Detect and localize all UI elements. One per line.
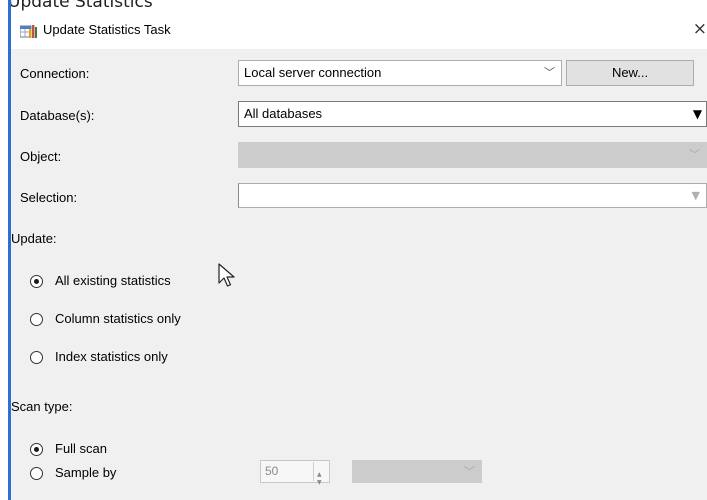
column-statistics-only-label[interactable]: Column statistics only (55, 311, 181, 326)
title-bar[interactable]: Update Statistics Task × (11, 14, 707, 44)
background-window-caption: Update Statistics (8, 0, 153, 12)
databases-value: All databases (244, 106, 323, 121)
radio-full-scan[interactable] (30, 443, 43, 456)
radio-index-statistics-only[interactable] (30, 351, 43, 364)
object-label: Object: (20, 149, 62, 164)
table-statistics-icon (20, 25, 37, 38)
stepper-arrows-icon[interactable]: ▲ ▼ (313, 462, 328, 486)
dialog-title: Update Statistics Task (43, 22, 171, 37)
dropdown-arrow-icon: ▼ (691, 189, 700, 202)
sample-unit-dropdown[interactable]: ﹀ (352, 460, 482, 483)
sample-by-label[interactable]: Sample by (55, 465, 116, 480)
dialog-body: Connection: Local server connection ﹀ Ne… (11, 49, 707, 500)
mouse-cursor-icon (218, 263, 235, 287)
selection-dropdown[interactable]: ▼ (238, 183, 707, 208)
chevron-down-icon: ﹀ (689, 148, 700, 161)
new-connection-button[interactable]: New... (566, 60, 694, 86)
sample-value-stepper[interactable]: 50 ▲ ▼ (260, 460, 330, 486)
full-scan-label[interactable]: Full scan (55, 441, 107, 456)
sample-value: 50 (265, 464, 279, 478)
all-existing-statistics-label[interactable]: All existing statistics (55, 273, 171, 288)
chevron-down-icon: ﹀ (464, 465, 475, 478)
databases-dropdown[interactable]: All databases ▼ (238, 101, 707, 127)
dropdown-arrow-icon: ▼ (692, 107, 703, 121)
object-dropdown[interactable]: ﹀ (238, 142, 707, 168)
connection-dropdown[interactable]: Local server connection ﹀ (238, 60, 562, 86)
connection-value: Local server connection (244, 65, 382, 80)
update-statistics-dialog: Update Statistics Task × Connection: Loc… (11, 14, 707, 500)
close-button[interactable]: × (677, 17, 707, 41)
update-heading: Update: (11, 231, 57, 246)
databases-label: Database(s): (20, 108, 95, 123)
radio-all-existing-statistics[interactable] (30, 275, 43, 288)
selection-label: Selection: (20, 190, 78, 205)
radio-column-statistics-only[interactable] (30, 313, 43, 326)
index-statistics-only-label[interactable]: Index statistics only (55, 349, 168, 364)
connection-label: Connection: (20, 66, 90, 81)
scan-type-heading: Scan type: (11, 399, 73, 414)
chevron-down-icon: ﹀ (544, 66, 555, 79)
radio-sample-by[interactable] (30, 467, 43, 480)
